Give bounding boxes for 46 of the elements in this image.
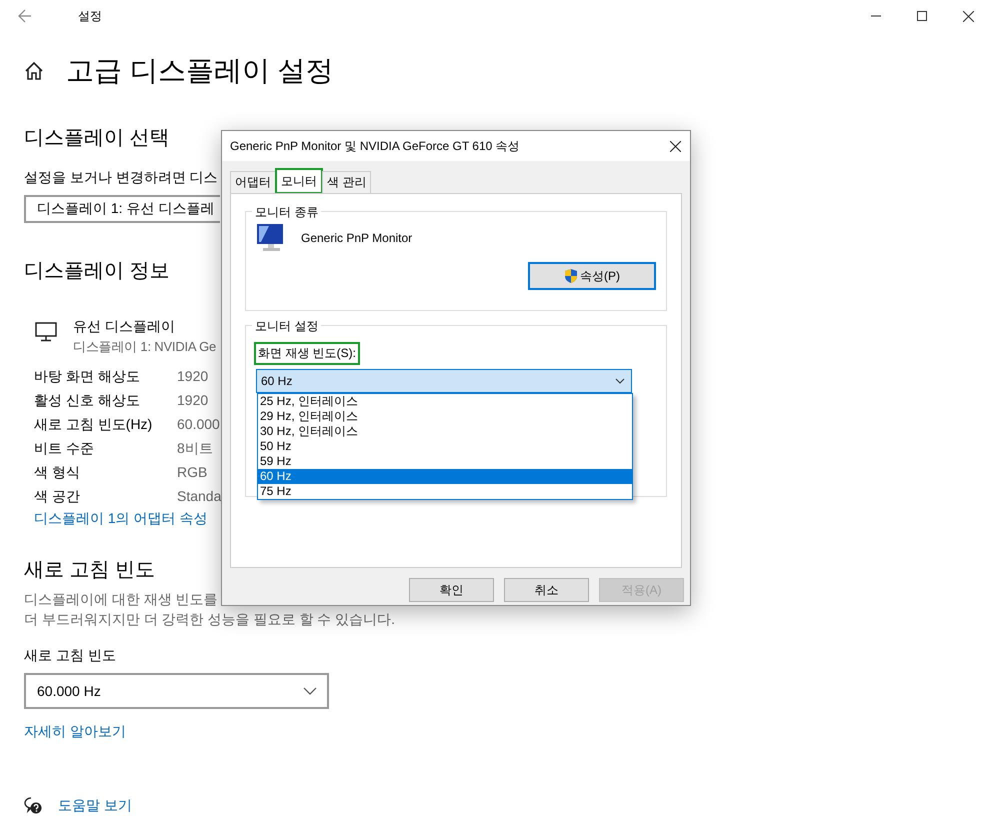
info-label: 활성 신호 해상도 <box>34 392 140 410</box>
refresh-rate-dropdown[interactable]: 60.000 Hz <box>24 673 329 709</box>
refresh-rate-combo[interactable]: 60 Hz <box>256 369 632 393</box>
field-label: 새로 고침 빈도 <box>24 647 116 665</box>
dropdown-option[interactable]: 59 Hz <box>258 454 632 469</box>
learn-more-link[interactable]: 자세히 알아보기 <box>24 723 126 741</box>
dropdown-option[interactable]: 30 Hz, 인터레이스 <box>258 424 632 439</box>
dialog-button[interactable]: 확인 <box>409 578 494 602</box>
group-label: 모니터 종류 <box>252 204 322 221</box>
page-title: 고급 디스플레이 설정 <box>66 54 334 88</box>
dropdown-option[interactable]: 50 Hz <box>258 439 632 454</box>
dropdown-option[interactable]: 75 Hz <box>258 484 632 499</box>
help-link[interactable]: 도움말 보기 <box>58 797 132 815</box>
section-heading: 새로 고침 빈도 <box>24 558 156 583</box>
monitor-name: Generic PnP Monitor <box>301 231 412 245</box>
info-value: RGB <box>177 464 208 482</box>
info-label: 바탕 화면 해상도 <box>34 368 140 386</box>
info-value: Standa <box>177 488 222 506</box>
tab[interactable]: 색 관리 <box>322 171 372 193</box>
info-label: 색 형식 <box>34 464 80 482</box>
info-label: 새로 고침 빈도(Hz) <box>34 416 152 434</box>
dropdown-option[interactable]: 60 Hz <box>258 469 632 484</box>
device-detail: 디스플레이 1: NVIDIA Ge <box>73 338 216 356</box>
info-value: 8비트 <box>177 440 213 458</box>
info-value: 1920 <box>177 368 208 386</box>
field-label: 설정을 보거나 변경하려면 디스 <box>24 169 218 187</box>
info-label: 색 공간 <box>34 488 80 506</box>
device-name: 유선 디스플레이 <box>73 318 175 336</box>
dialog-title: Generic PnP Monitor 및 NVIDIA GeForce GT 610 속성 <box>230 138 521 154</box>
display-dropdown[interactable]: 디스플레이 1: 유선 디스플레 <box>24 195 220 223</box>
dialog-button[interactable]: 취소 <box>504 578 589 602</box>
adapter-properties-link[interactable]: 디스플레이 1의 어댑터 속성 <box>34 510 208 528</box>
window-title: 설정 <box>78 8 102 24</box>
dropdown-option[interactable]: 29 Hz, 인터레이스 <box>258 409 632 424</box>
section-heading: 디스플레이 선택 <box>24 126 170 151</box>
info-value: 1920 <box>177 392 208 410</box>
section-heading: 디스플레이 정보 <box>24 259 170 284</box>
properties-button[interactable]: 속성(P) <box>528 262 656 290</box>
dropdown-option[interactable]: 25 Hz, 인터레이스 <box>258 394 632 409</box>
info-label: 비트 수준 <box>34 440 94 458</box>
group-label: 모니터 설정 <box>252 318 322 335</box>
info-value: 60.000 <box>177 416 220 434</box>
tab[interactable]: 어댑터 <box>230 171 276 193</box>
description-text: 디스플레이에 대한 재생 빈도를 더 부드러워지지만 더 강력한 성능을 필요로 할 수 있습니다. <box>24 590 396 629</box>
tab[interactable]: 모니터 <box>276 169 322 193</box>
field-label: 화면 재생 빈도(S): <box>256 344 358 363</box>
